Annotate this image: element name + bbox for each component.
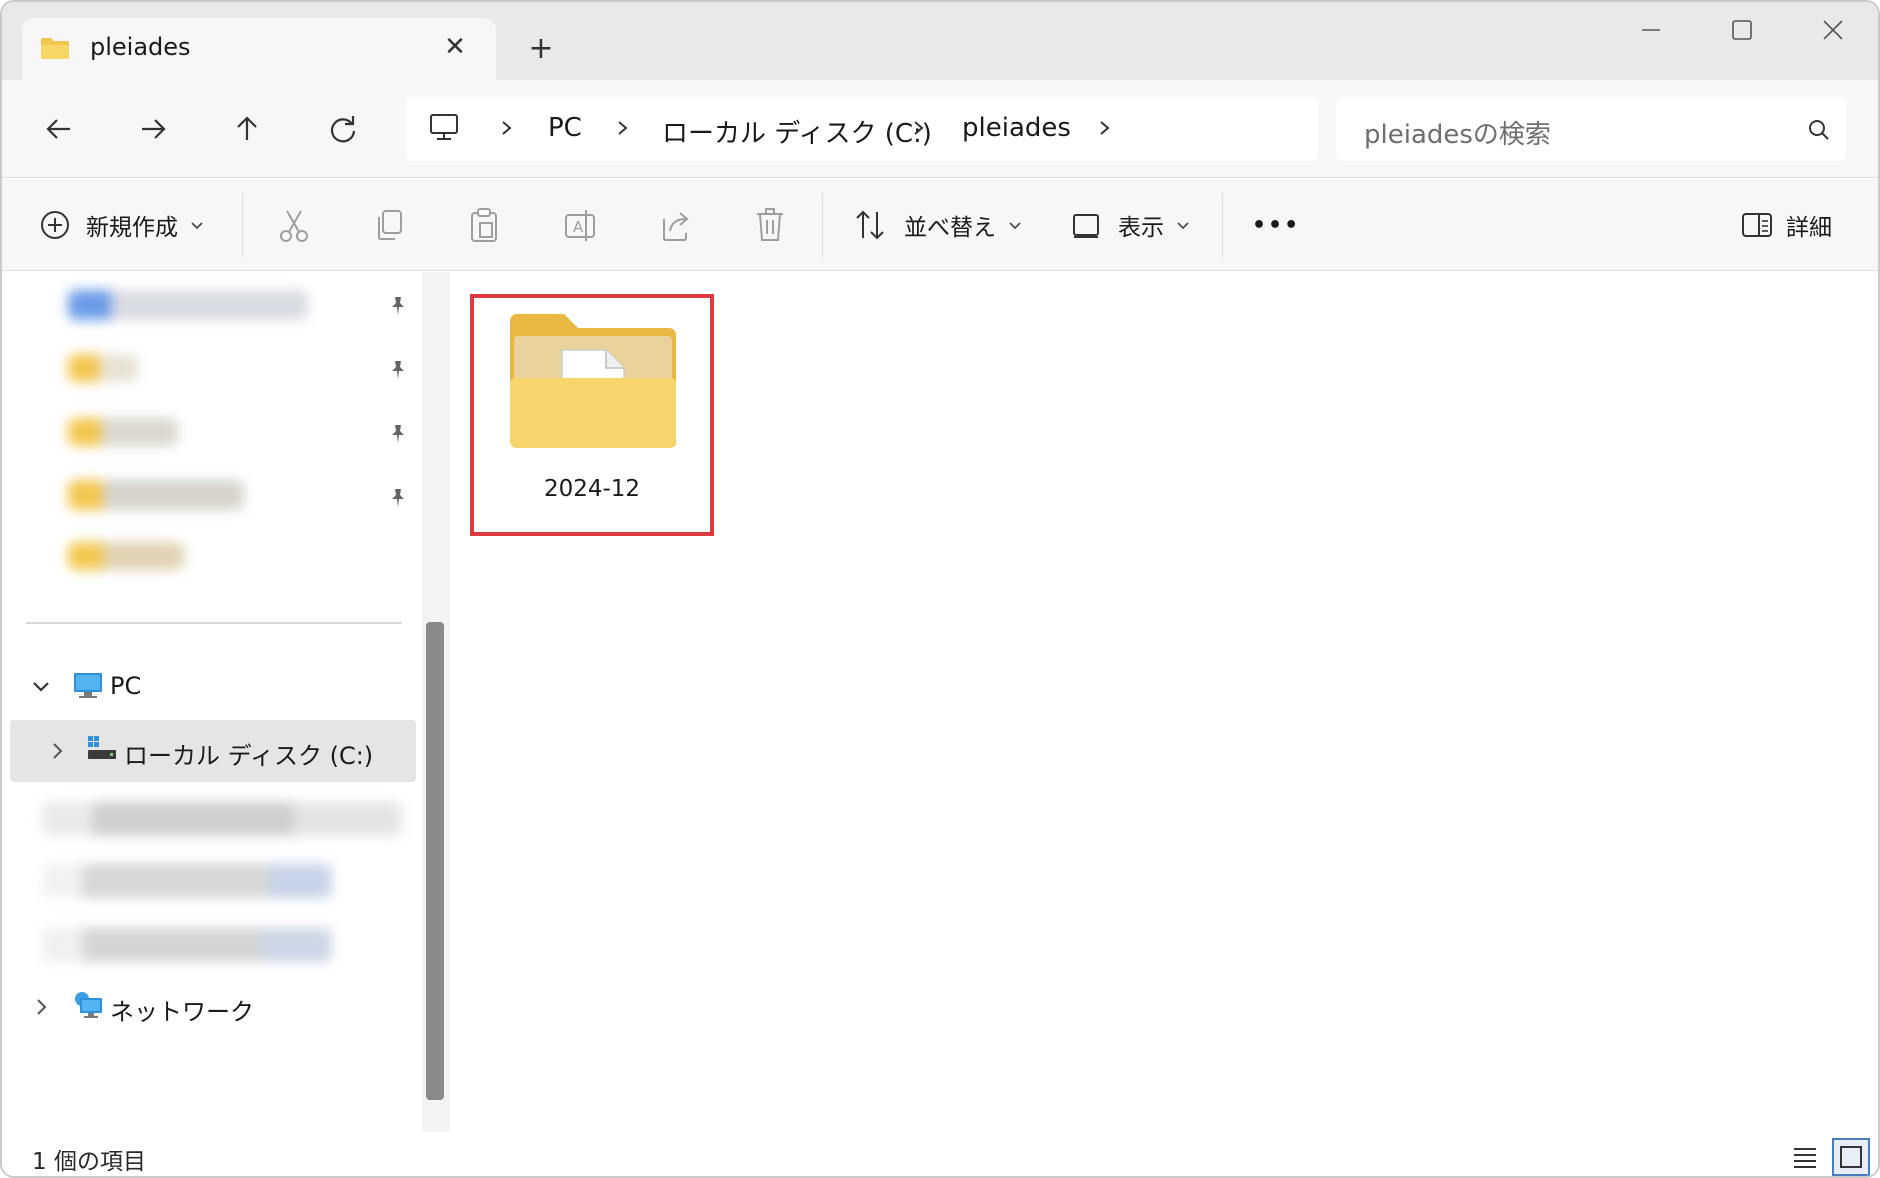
file-list-area: 2024-12 <box>452 272 1878 1132</box>
rename-icon[interactable]: A <box>562 205 598 245</box>
sidebar-item-network[interactable]: ネットワーク <box>10 976 416 1038</box>
paste-icon[interactable] <box>466 205 502 245</box>
sidebar-item-local-disk[interactable]: ローカル ディスク (C:) <box>10 720 416 782</box>
search-icon[interactable] <box>1806 117 1832 143</box>
address-bar[interactable]: PC ローカル ディスク (C:) pleiades <box>406 97 1318 161</box>
sidebar-item-label: ネットワーク <box>110 998 254 1026</box>
folder-icon <box>41 38 69 59</box>
details-pane-button[interactable]: 詳細 <box>1740 205 1832 245</box>
chevron-down-icon[interactable] <box>30 676 52 698</box>
new-tab-button[interactable]: + <box>524 32 558 66</box>
chevron-down-icon <box>1009 222 1021 230</box>
sidebar-divider <box>26 622 402 624</box>
chevron-right-icon[interactable] <box>46 740 68 762</box>
toolbar-separator <box>242 193 243 257</box>
chevron-right-icon[interactable] <box>496 114 518 142</box>
folder-name: 2024-12 <box>543 476 641 502</box>
quick-access-item-blurred[interactable] <box>68 480 244 510</box>
details-pane-icon <box>1742 213 1772 237</box>
large-icons-view-icon[interactable] <box>1832 1138 1870 1176</box>
search-box[interactable]: pleiadesの検索 <box>1336 97 1846 161</box>
pin-icon[interactable] <box>386 294 410 318</box>
sidebar-item-blurred[interactable] <box>42 802 402 836</box>
search-input[interactable]: pleiadesの検索 <box>1364 114 1551 151</box>
close-window-icon[interactable] <box>1810 12 1856 48</box>
share-icon[interactable] <box>658 205 694 245</box>
chevron-right-icon[interactable] <box>908 114 930 142</box>
sidebar-item-blurred[interactable] <box>42 864 332 898</box>
forward-arrow-icon[interactable] <box>128 104 178 154</box>
copy-icon[interactable] <box>372 205 408 245</box>
quick-access-item-blurred[interactable] <box>68 418 178 446</box>
delete-icon[interactable] <box>752 205 788 245</box>
view-button[interactable]: 表示 <box>1070 205 1194 245</box>
view-button-label: 表示 <box>1118 215 1164 241</box>
computer-icon[interactable] <box>428 113 460 143</box>
minimize-icon[interactable] <box>1628 12 1674 48</box>
chevron-right-icon[interactable] <box>1094 114 1116 142</box>
sidebar-scrollbar-thumb[interactable] <box>426 622 444 1100</box>
navigation-bar: PC ローカル ディスク (C:) pleiades pleiadesの検索 <box>2 80 1878 178</box>
breadcrumb-pleiades[interactable]: pleiades <box>962 113 1071 143</box>
folder-icon <box>510 314 676 448</box>
svg-text:A: A <box>573 218 584 236</box>
network-icon <box>75 992 102 1018</box>
navigation-pane: PC ローカル ディスク (C:) ネットワーク <box>2 272 422 1132</box>
tab-pleiades[interactable]: pleiades ✕ <box>22 18 496 80</box>
add-circle-icon <box>41 211 69 239</box>
toolbar-separator <box>1222 193 1223 257</box>
pin-icon[interactable] <box>386 486 410 510</box>
quick-access-item-blurred[interactable] <box>68 354 138 382</box>
more-options-button[interactable]: ••• <box>1252 205 1300 245</box>
pin-icon[interactable] <box>386 358 410 382</box>
item-count: 1 個の項目 <box>32 1149 146 1175</box>
file-explorer-window: pleiades ✕ + PC ローカル ディスク (C:) pleiades … <box>0 0 1880 1178</box>
sort-button[interactable]: 並べ替え <box>852 205 1026 245</box>
folder-item[interactable]: 2024-12 <box>470 294 714 536</box>
back-arrow-icon[interactable] <box>34 104 84 154</box>
sort-icon <box>856 210 884 240</box>
sidebar-item-label: PC <box>110 672 142 700</box>
up-arrow-icon[interactable] <box>222 104 272 154</box>
quick-access-item-blurred[interactable] <box>68 542 184 570</box>
view-icon <box>1073 214 1099 238</box>
maximize-icon[interactable] <box>1718 12 1764 48</box>
pin-icon[interactable] <box>386 422 410 446</box>
chevron-down-icon <box>191 222 203 230</box>
sidebar-item-pc[interactable]: PC <box>10 656 416 718</box>
new-button-label: 新規作成 <box>86 215 178 241</box>
breadcrumb-local-disk[interactable]: ローカル ディスク (C:) <box>662 113 932 150</box>
sidebar-item-label: ローカル ディスク (C:) <box>124 742 374 770</box>
drive-icon <box>88 736 116 759</box>
close-tab-icon[interactable]: ✕ <box>440 32 470 62</box>
details-pane-label: 詳細 <box>1786 215 1832 241</box>
command-bar: 新規作成 A 並べ替え 表示 ••• 詳細 <box>2 179 1878 271</box>
status-bar: 1 個の項目 <box>2 1134 1878 1176</box>
quick-access-item-blurred[interactable] <box>68 290 308 320</box>
refresh-icon[interactable] <box>318 104 368 154</box>
chevron-right-icon[interactable] <box>612 114 634 142</box>
computer-icon <box>74 673 102 698</box>
details-view-icon[interactable] <box>1786 1138 1824 1176</box>
breadcrumb-pc[interactable]: PC <box>548 113 582 143</box>
sort-button-label: 並べ替え <box>904 215 996 241</box>
toolbar-separator <box>822 193 823 257</box>
new-button[interactable]: 新規作成 <box>38 205 208 245</box>
tab-title: pleiades <box>90 33 191 61</box>
title-bar: pleiades ✕ + <box>2 2 1878 80</box>
chevron-down-icon <box>1177 222 1189 230</box>
sidebar-item-blurred[interactable] <box>42 928 332 962</box>
more-options-icon: ••• <box>1252 212 1301 238</box>
cut-icon[interactable] <box>276 205 312 245</box>
chevron-right-icon[interactable] <box>30 996 52 1018</box>
